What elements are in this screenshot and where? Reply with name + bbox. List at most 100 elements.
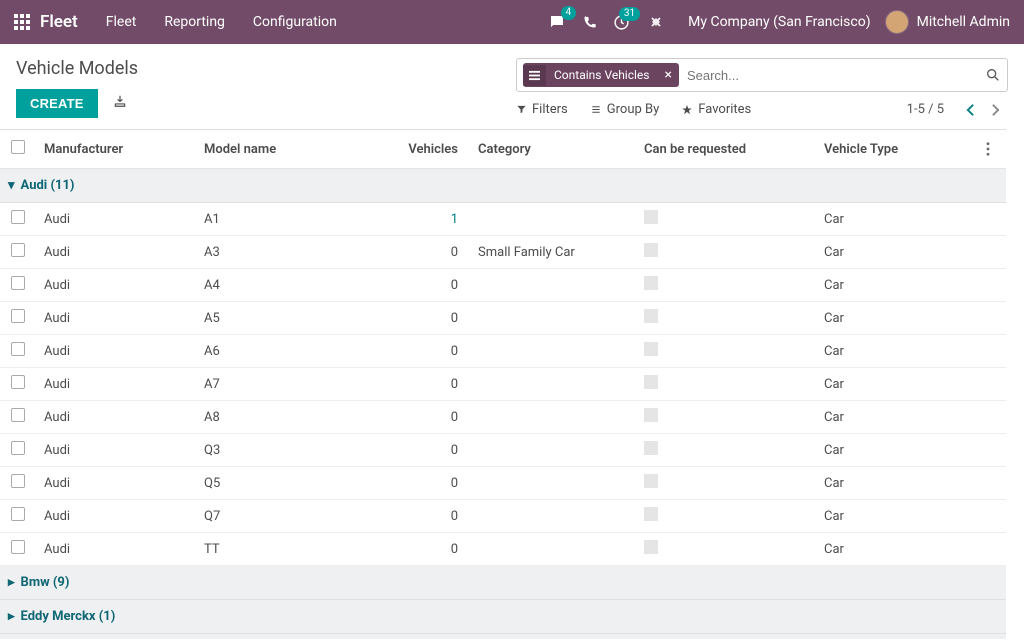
table-row[interactable]: AudiTT0Car [0, 533, 1006, 566]
checkbox-icon [644, 309, 658, 323]
cell-vehicles[interactable]: 0 [396, 533, 466, 566]
cell-can-request[interactable] [636, 467, 816, 500]
cell-can-request[interactable] [636, 401, 816, 434]
cell-vehicles[interactable]: 0 [396, 236, 466, 269]
cell-model: A1 [196, 203, 396, 236]
group-count: (1) [99, 609, 116, 624]
cell-can-request[interactable] [636, 368, 816, 401]
control-bar: Vehicle Models CREATE Contains Vehicles … [0, 44, 1024, 129]
cell-vehicle-type: Car [816, 335, 978, 368]
row-checkbox[interactable] [11, 474, 25, 488]
row-checkbox[interactable] [11, 540, 25, 554]
nav-fleet[interactable]: Fleet [106, 14, 137, 30]
list-view: Manufacturer Model name Vehicles Categor… [0, 129, 1006, 639]
cell-vehicles[interactable]: 0 [396, 434, 466, 467]
activity-icon[interactable]: 31 [613, 14, 630, 31]
cell-vehicles[interactable]: 0 [396, 335, 466, 368]
cell-vehicles[interactable]: 0 [396, 302, 466, 335]
cell-can-request[interactable] [636, 203, 816, 236]
checkbox-icon [644, 540, 658, 554]
cell-can-request[interactable] [636, 533, 816, 566]
table-row[interactable]: AudiA30Small Family CarCar [0, 236, 1006, 269]
col-model[interactable]: Model name [196, 130, 396, 169]
company-selector[interactable]: My Company (San Francisco) [688, 14, 870, 30]
cell-vehicles[interactable]: 0 [396, 467, 466, 500]
nav-reporting[interactable]: Reporting [164, 14, 225, 30]
cell-model: A3 [196, 236, 396, 269]
cell-can-request[interactable] [636, 500, 816, 533]
cell-manufacturer: Audi [36, 500, 196, 533]
cell-manufacturer: Audi [36, 236, 196, 269]
select-all-checkbox[interactable] [11, 140, 25, 154]
cell-manufacturer: Audi [36, 467, 196, 500]
pager-prev[interactable] [958, 103, 983, 117]
cell-can-request[interactable] [636, 434, 816, 467]
cell-vehicles[interactable]: 0 [396, 401, 466, 434]
search-input[interactable] [687, 68, 985, 83]
row-checkbox[interactable] [11, 375, 25, 389]
create-button[interactable]: CREATE [16, 89, 98, 118]
import-button[interactable] [113, 94, 127, 108]
cell-manufacturer: Audi [36, 368, 196, 401]
favorites-button[interactable]: Favorites [681, 102, 751, 117]
group-row[interactable]: Mercedes (13) [0, 634, 1006, 640]
col-category[interactable]: Category [466, 130, 636, 169]
row-checkbox[interactable] [11, 342, 25, 356]
group-row[interactable]: Audi (11) [0, 169, 1006, 203]
row-checkbox[interactable] [11, 507, 25, 521]
caret-right-icon [8, 575, 15, 590]
cell-vehicle-type: Car [816, 467, 978, 500]
search-box[interactable]: Contains Vehicles × [516, 58, 1008, 92]
phone-icon[interactable] [582, 15, 597, 30]
apps-icon[interactable] [14, 14, 30, 30]
cell-can-request[interactable] [636, 302, 816, 335]
table-row[interactable]: AudiA40Car [0, 269, 1006, 302]
cell-vehicles[interactable]: 1 [396, 203, 466, 236]
chip-label: Contains Vehicles [546, 64, 657, 86]
main-navbar: Fleet Fleet Reporting Configuration 4 31… [0, 0, 1024, 44]
row-checkbox[interactable] [11, 408, 25, 422]
col-vehicle-type[interactable]: Vehicle Type [816, 130, 978, 169]
table-row[interactable]: AudiQ30Car [0, 434, 1006, 467]
cell-can-request[interactable] [636, 335, 816, 368]
cell-vehicles[interactable]: 0 [396, 269, 466, 302]
cell-vehicles[interactable]: 0 [396, 368, 466, 401]
cell-can-request[interactable] [636, 269, 816, 302]
row-checkbox[interactable] [11, 441, 25, 455]
group-row[interactable]: Bmw (9) [0, 566, 1006, 600]
nav-configuration[interactable]: Configuration [253, 14, 337, 30]
cell-category [466, 335, 636, 368]
col-vehicles[interactable]: Vehicles [396, 130, 466, 169]
pager-next[interactable] [983, 103, 1008, 117]
table-row[interactable]: AudiQ70Car [0, 500, 1006, 533]
cell-manufacturer: Audi [36, 401, 196, 434]
avatar[interactable] [885, 10, 909, 34]
cell-can-request[interactable] [636, 236, 816, 269]
filters-label: Filters [532, 102, 568, 117]
checkbox-icon [644, 441, 658, 455]
app-brand[interactable]: Fleet [40, 12, 78, 32]
group-row[interactable]: Eddy Merckx (1) [0, 600, 1006, 634]
chat-icon[interactable]: 4 [548, 13, 566, 31]
col-can-request[interactable]: Can be requested [636, 130, 816, 169]
chip-remove[interactable]: × [657, 63, 678, 87]
filters-button[interactable]: Filters [516, 102, 568, 117]
table-row[interactable]: AudiQ50Car [0, 467, 1006, 500]
table-row[interactable]: AudiA11Car [0, 203, 1006, 236]
pager[interactable]: 1-5 / 5 [907, 102, 944, 117]
groupby-button[interactable]: Group By [590, 102, 660, 117]
table-row[interactable]: AudiA50Car [0, 302, 1006, 335]
table-row[interactable]: AudiA70Car [0, 368, 1006, 401]
col-manufacturer[interactable]: Manufacturer [36, 130, 196, 169]
cell-vehicles[interactable]: 0 [396, 500, 466, 533]
search-icon[interactable] [985, 67, 1001, 83]
table-row[interactable]: AudiA80Car [0, 401, 1006, 434]
table-row[interactable]: AudiA60Car [0, 335, 1006, 368]
debug-icon[interactable] [646, 14, 662, 30]
row-checkbox[interactable] [11, 309, 25, 323]
col-options[interactable] [978, 130, 1006, 169]
username[interactable]: Mitchell Admin [917, 14, 1010, 30]
row-checkbox[interactable] [11, 276, 25, 290]
row-checkbox[interactable] [11, 243, 25, 257]
row-checkbox[interactable] [11, 210, 25, 224]
